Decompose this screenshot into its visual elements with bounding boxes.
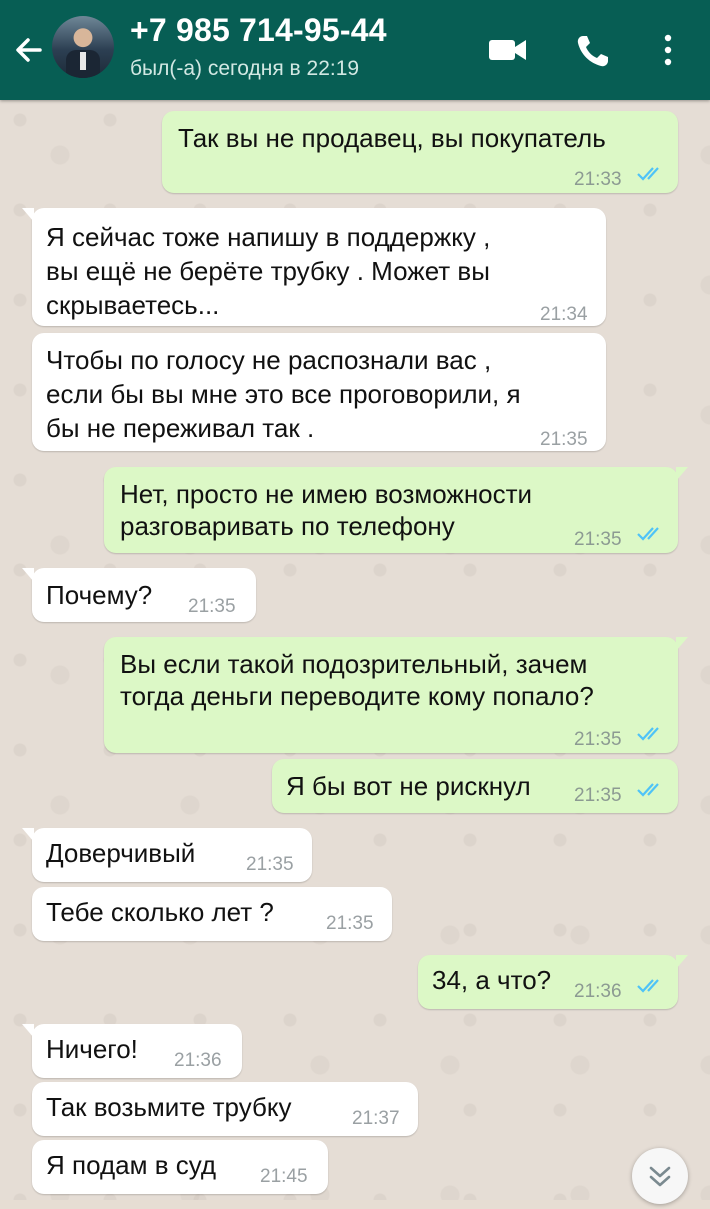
chat-header: +7 985 714-95-44 был(-а) сегодня в 22:19 xyxy=(0,0,710,100)
message-time: 21:37 xyxy=(352,1108,400,1129)
message-bubble-incoming[interactable]: Почему? 21:35 xyxy=(22,568,256,622)
more-vert-icon[interactable] xyxy=(650,30,686,70)
read-ticks-icon xyxy=(637,167,659,181)
message-time: 21:35 xyxy=(246,854,294,875)
message-text: Я подам в суд xyxy=(46,1150,217,1180)
read-ticks-icon xyxy=(637,979,659,993)
contact-avatar[interactable] xyxy=(52,16,114,78)
message-line: скрываетесь... xyxy=(46,290,220,320)
message-bubble-incoming[interactable]: Я подам в суд 21:45 xyxy=(32,1140,328,1194)
avatar-shirt xyxy=(80,52,86,70)
video-call-icon[interactable] xyxy=(486,30,530,70)
message-line: Чтобы по голосу не распознали вас , xyxy=(46,345,492,375)
read-ticks-icon xyxy=(637,783,659,797)
bubble-tail xyxy=(22,1024,34,1038)
back-arrow-icon[interactable] xyxy=(10,28,50,72)
message-text: Доверчивый xyxy=(46,838,196,868)
message-bubble-incoming[interactable]: Я сейчас тоже напишу в поддержку , вы ещ… xyxy=(22,208,606,326)
message-line: разговаривать по телефону xyxy=(120,511,455,541)
message-time: 21:45 xyxy=(260,1166,308,1187)
message-line: тогда деньги переводите кому попало? xyxy=(120,681,594,711)
message-bubble-incoming[interactable]: Тебе сколько лет ? 21:35 xyxy=(32,887,392,941)
message-line: Вы если такой подозрительный, зачем xyxy=(120,649,588,679)
message-text: Я бы вот не рискнул xyxy=(286,771,531,801)
message-text: Так возьмите трубку xyxy=(46,1092,292,1122)
message-bubble-outgoing[interactable]: Я бы вот не рискнул 21:35 xyxy=(272,759,678,813)
scroll-to-bottom-button[interactable] xyxy=(632,1148,688,1204)
message-bubble-outgoing[interactable]: Вы если такой подозрительный, зачем тогд… xyxy=(104,637,688,753)
message-time: 21:34 xyxy=(540,304,588,325)
message-line: если бы вы мне это все проговорили, я xyxy=(46,379,521,409)
message-time: 21:35 xyxy=(574,529,622,550)
message-bubble-incoming[interactable]: Ничего! 21:36 xyxy=(22,1024,242,1078)
message-line: Нет, просто не имею возможности xyxy=(120,479,533,509)
message-line: бы не переживал так . xyxy=(46,413,315,443)
message-text: Почему? xyxy=(46,580,153,610)
bubble-tail xyxy=(676,955,688,969)
message-time: 21:35 xyxy=(574,785,622,806)
last-seen-status: был(-а) сегодня в 22:19 xyxy=(130,57,360,80)
message-time: 21:36 xyxy=(574,981,622,1002)
message-time: 21:35 xyxy=(188,596,236,617)
message-text: Так вы не продавец, вы покупатель xyxy=(178,123,606,153)
message-bubble-incoming[interactable]: Чтобы по голосу не распознали вас , если… xyxy=(32,333,606,451)
bubble-tail xyxy=(676,467,688,481)
message-time: 21:35 xyxy=(574,729,622,750)
message-text: 34, а что? xyxy=(432,965,552,995)
message-time: 21:35 xyxy=(326,913,374,934)
message-line: Я сейчас тоже напишу в поддержку , xyxy=(46,222,491,252)
bubble-tail xyxy=(22,208,34,222)
contact-title[interactable]: +7 985 714-95-44 xyxy=(130,12,387,49)
message-bubble-outgoing[interactable]: Так вы не продавец, вы покупатель 21:33 xyxy=(162,111,678,193)
read-ticks-icon xyxy=(637,527,659,541)
message-bubble-incoming[interactable]: Доверчивый 21:35 xyxy=(22,828,312,882)
double-chevron-down-icon xyxy=(649,1166,671,1187)
read-ticks-icon xyxy=(637,727,659,741)
bubble-tail xyxy=(676,637,688,651)
message-bubble-outgoing[interactable]: 34, а что? 21:36 xyxy=(418,955,688,1009)
message-bubble-outgoing[interactable]: Нет, просто не имею возможности разговар… xyxy=(104,467,688,553)
message-line: вы ещё не берёте трубку . Может вы xyxy=(46,256,490,286)
message-time: 21:33 xyxy=(574,169,622,190)
message-bubble-incoming[interactable]: Так возьмите трубку 21:37 xyxy=(32,1082,418,1136)
message-time: 21:36 xyxy=(174,1050,222,1071)
message-time: 21:35 xyxy=(540,429,588,450)
message-text: Тебе сколько лет ? xyxy=(46,897,274,927)
phone-icon[interactable] xyxy=(572,30,616,70)
bubble-tail xyxy=(22,828,34,842)
message-text: Ничего! xyxy=(46,1034,138,1064)
bubble-tail xyxy=(22,568,34,582)
